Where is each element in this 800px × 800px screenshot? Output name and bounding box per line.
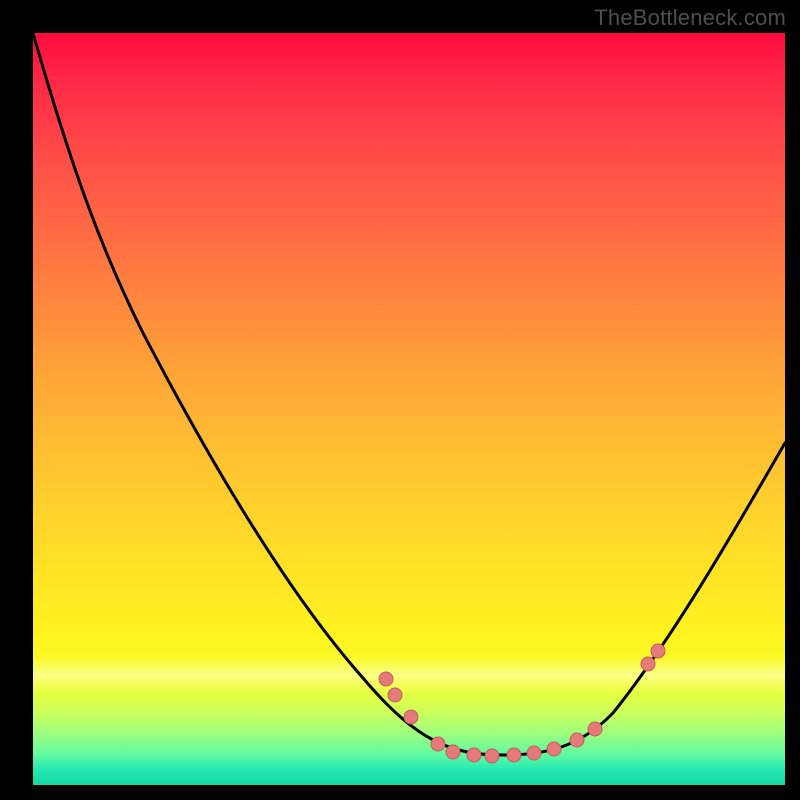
chart-stage: TheBottleneck.com xyxy=(0,0,800,800)
plot-panel xyxy=(33,33,785,785)
heat-gradient xyxy=(33,33,785,785)
watermark-text: TheBottleneck.com xyxy=(594,5,786,31)
